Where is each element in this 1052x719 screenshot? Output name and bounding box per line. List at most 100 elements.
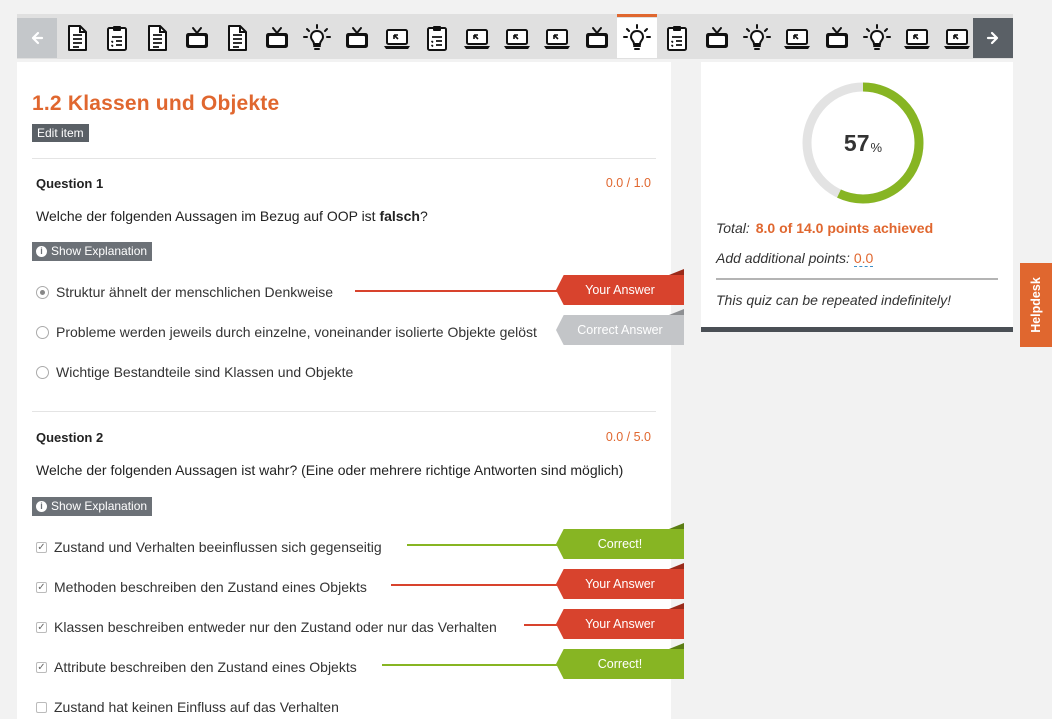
course-item-tab[interactable] [217,18,257,58]
question-score: 0.0 / 1.0 [605,176,651,190]
total-points-row: Total: 8.0 of 14.0 points achieved [716,220,933,236]
repeat-note: This quiz can be repeated indefinitely! [716,292,952,308]
laptop-icon [383,25,411,51]
course-item-tab[interactable] [337,18,377,58]
checkbox-checked[interactable]: ✓ [36,621,47,633]
flag-fold [669,563,684,569]
divider [716,278,998,280]
lightbulb-icon [863,24,891,52]
previous-item-button[interactable] [17,18,57,58]
course-item-tab[interactable] [777,18,817,58]
course-item-tab[interactable] [177,18,217,58]
answer-option[interactable]: Wichtige Bestandteile sind Klassen und O… [36,362,353,382]
score-percentage: 57% [801,81,925,205]
course-item-tab[interactable] [257,18,297,58]
laptop-icon [463,25,491,51]
tv-icon [584,25,610,51]
correct-answer-flag: Correct Answer [556,315,684,345]
course-item-tab[interactable] [897,18,937,58]
quiz-summary-panel: 57% Total: 8.0 of 14.0 points achieved Ad… [701,62,1013,332]
answer-option[interactable]: Struktur ähnelt der menschlichen Denkwei… [36,282,333,302]
your-answer-flag: Your Answer [556,609,684,639]
show-explanation-button[interactable]: i Show Explanation [32,242,153,261]
document-icon [225,25,249,51]
additional-points-label: Add additional points: [716,250,850,266]
arrow-left-icon [31,31,44,45]
course-item-tab[interactable] [817,18,857,58]
feedback-connector-line [391,584,560,586]
next-item-button[interactable] [973,18,1013,58]
course-item-tab[interactable] [697,18,737,58]
course-item-tab[interactable] [937,18,977,58]
course-item-tab[interactable] [737,18,777,58]
answer-option[interactable]: ✓ Zustand und Verhalten beeinflussen sic… [36,537,382,557]
radio-button[interactable] [36,365,49,379]
divider [32,411,656,412]
clipboard-icon [105,25,129,51]
feedback-connector-line [355,290,560,292]
lightbulb-icon [623,24,651,52]
flag-fold [669,309,684,315]
feedback-connector-line [382,664,560,666]
answer-option[interactable]: ✓ Klassen beschreiben entweder nur den Z… [36,617,497,637]
document-icon [145,25,169,51]
question-label: Question 2 [36,430,104,445]
item-navigation-strip [17,14,1013,59]
laptop-icon [503,25,531,51]
course-item-tab[interactable] [377,18,417,58]
course-item-tab[interactable] [577,18,617,58]
your-answer-flag: Your Answer [556,275,684,305]
question-score: 0.0 / 5.0 [605,430,651,444]
helpdesk-label: Helpdesk [1029,277,1043,333]
answer-text: Methoden beschreiben den Zustand eines O… [54,579,367,595]
answer-option[interactable]: ✓ Attribute beschreiben den Zustand eine… [36,657,357,677]
course-item-tab[interactable] [497,18,537,58]
show-explanation-button[interactable]: i Show Explanation [32,497,153,516]
radio-button-checked[interactable] [36,285,49,299]
answer-option[interactable]: Probleme werden jeweils durch einzelne, … [36,322,537,342]
checkbox-checked[interactable]: ✓ [36,541,47,553]
additional-points-input[interactable]: 0.0 [853,250,874,267]
info-icon: i [36,246,47,257]
answer-text: Probleme werden jeweils durch einzelne, … [56,324,537,340]
percent-sign: % [870,139,883,155]
laptop-icon [943,25,971,51]
helpdesk-tab[interactable]: Helpdesk [1020,263,1052,347]
percent-value: 57 [843,129,870,156]
checkbox[interactable] [36,701,47,713]
course-item-tab[interactable] [617,14,657,58]
checkbox-checked[interactable]: ✓ [36,661,47,673]
course-item-tab[interactable] [417,18,457,58]
answer-option[interactable]: Zustand hat keinen Einfluss auf das Verh… [36,697,339,717]
course-item-tab[interactable] [297,18,337,58]
laptop-icon [903,25,931,51]
course-item-tab[interactable] [137,18,177,58]
course-item-tab[interactable] [857,18,897,58]
clipboard-icon [665,25,689,51]
info-icon: i [36,501,47,512]
lightbulb-icon [303,24,331,52]
tv-icon [704,25,730,51]
radio-button[interactable] [36,325,49,339]
course-item-tab[interactable] [457,18,497,58]
laptop-icon [783,25,811,51]
answer-text: Klassen beschreiben entweder nur den Zus… [54,619,497,635]
feedback-connector-line [524,624,560,626]
show-explanation-label: Show Explanation [51,244,148,258]
answer-text: Struktur ähnelt der menschlichen Denkwei… [56,284,334,300]
additional-points-row: Add additional points: 0.0 [716,250,874,267]
edit-item-button[interactable]: Edit item [32,124,89,142]
correct-flag: Correct! [556,649,684,679]
course-item-tab[interactable] [97,18,137,58]
course-item-tab[interactable] [657,18,697,58]
course-item-tab[interactable] [537,18,577,58]
divider [32,158,656,159]
checkbox-checked[interactable]: ✓ [36,581,47,593]
course-item-tab[interactable] [57,18,97,58]
show-explanation-label: Show Explanation [51,499,148,513]
tv-icon [264,25,290,51]
total-value: 8.0 of 14.0 points achieved [755,220,934,236]
tv-icon [344,25,370,51]
answer-option[interactable]: ✓ Methoden beschreiben den Zustand eines… [36,577,367,597]
question-text: Welche der folgenden Aussagen ist wahr? … [36,462,624,478]
